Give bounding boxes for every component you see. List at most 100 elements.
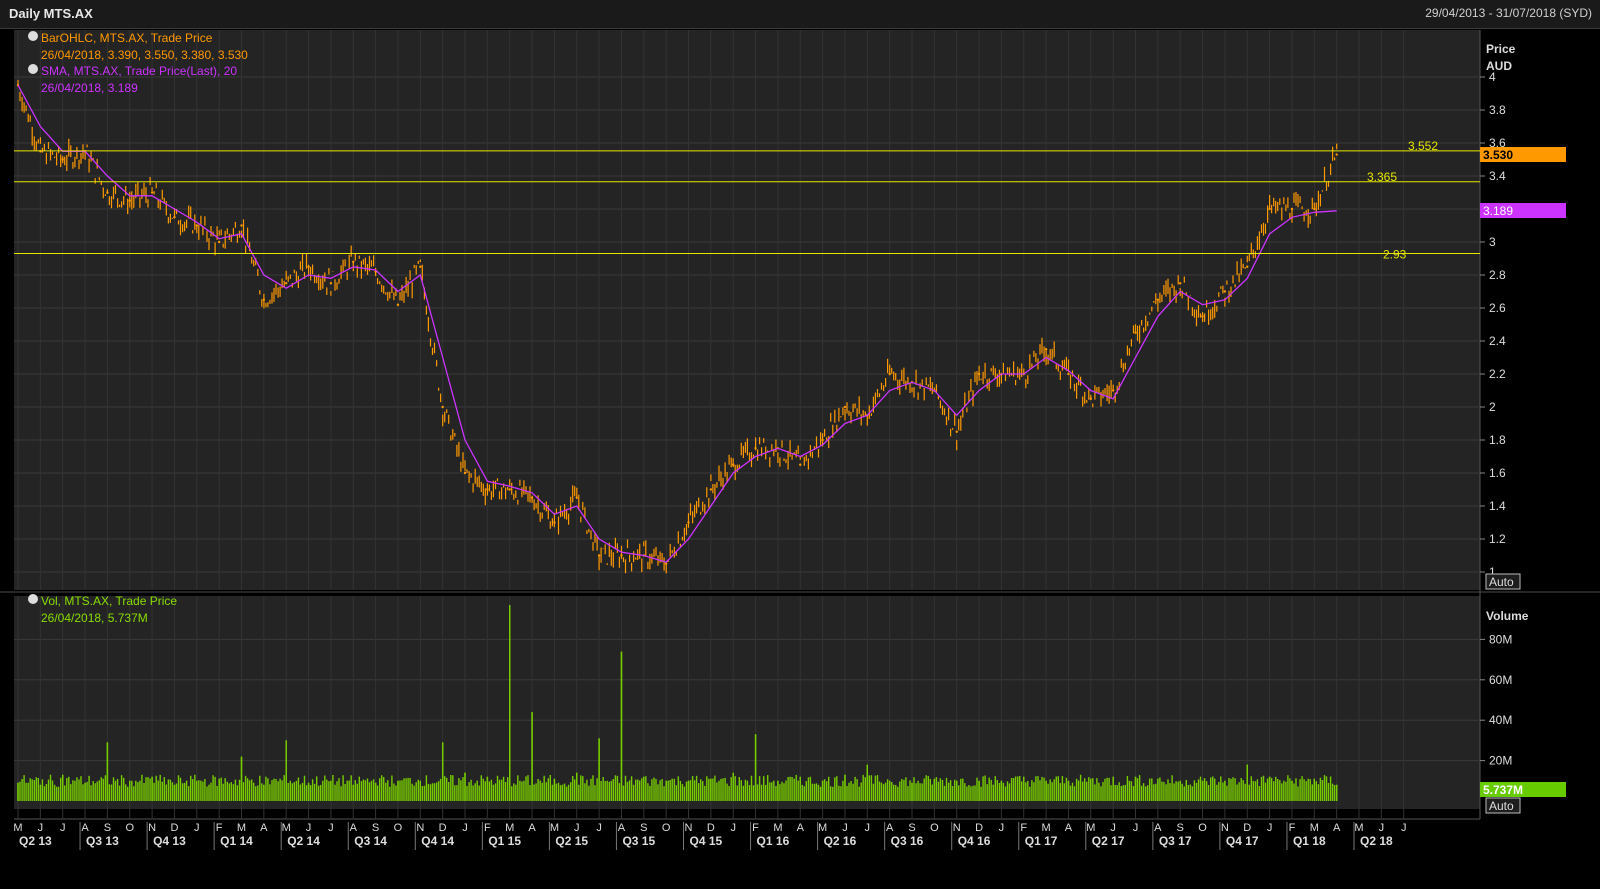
volume-bar [866,764,868,801]
volume-bar [710,778,712,801]
month-label: J [842,822,848,834]
hline-label: 3.365 [1367,170,1397,184]
quarter-label: Q2 17 [1092,834,1125,848]
volume-bar [464,772,466,801]
month-label: A [528,822,536,834]
price-tick-label: 3.8 [1489,103,1506,117]
volume-plot-area [14,596,1480,809]
price-point [1335,153,1338,156]
month-label: S [640,822,647,834]
month-label: J [730,822,736,834]
quarter-label: Q4 16 [958,834,991,848]
price-point [508,488,511,491]
quarter-label: Q4 14 [421,834,454,848]
price-tick-label: 2.6 [1489,301,1506,315]
quarter-label: Q3 15 [622,834,655,848]
month-label: M [282,822,291,834]
price-point [1246,265,1249,268]
quarter-label: Q4 15 [690,834,723,848]
volume-tick-label: 60M [1489,673,1512,687]
volume-bar [151,776,153,801]
volume-bar [576,772,578,801]
price-tick-label: 3 [1489,235,1496,249]
price-volume-chart[interactable]: 3.5523.3652.93 11.21.41.61.822.22.42.62.… [0,0,1600,889]
month-label: J [999,822,1005,834]
month-label: N [953,822,961,834]
price-point [240,224,243,227]
volume-bar [263,784,265,801]
month-label: N [685,822,693,834]
month-label: O [1198,822,1207,834]
volume-legend-value: 26/04/2018, 5.737M [41,611,148,625]
month-label: F [1020,822,1027,834]
volume-bar [1067,780,1070,801]
price-point [441,405,444,409]
quarter-label: Q3 16 [891,834,924,848]
volume-bar [509,605,511,801]
volume-bar [39,784,42,801]
month-label: S [1177,822,1184,834]
price-point [1156,298,1160,301]
price-point [977,372,981,376]
price-tick-label: 1.2 [1489,532,1506,546]
month-label: D [439,822,447,834]
price-point [352,260,355,263]
month-label: J [38,822,44,834]
volume-bar [1291,780,1293,801]
volume-auto-button[interactable]: Auto [1485,797,1521,814]
legend-toggle-icon[interactable] [28,594,38,604]
month-label: A [350,822,358,834]
volume-bar [196,780,198,801]
price-point [1134,331,1137,334]
month-label: N [148,822,156,834]
price-point [329,282,333,285]
volume-bar [419,780,421,801]
price-point [463,471,467,475]
volume-bar [1201,780,1204,801]
month-label: J [328,822,334,834]
price-tick-label: 1.4 [1489,499,1506,513]
price-point [1201,315,1204,318]
month-label: D [1243,822,1251,834]
month-label: M [1086,822,1095,834]
price-point [1067,372,1070,376]
quarter-label: Q1 18 [1293,834,1326,848]
volume-bar [330,780,332,801]
volume-bar [307,782,310,801]
month-label: D [170,822,178,834]
volume-bar [777,780,779,801]
price-point [419,265,422,268]
legend-toggle-icon[interactable] [28,31,38,41]
volume-bar [240,756,243,801]
last-volume-tag: 5.737M [1480,782,1566,797]
legend-toggle-icon[interactable] [28,64,38,74]
volume-bar [1023,776,1025,801]
month-label: O [125,822,134,834]
month-label: J [306,822,312,834]
quarter-label: Q2 13 [19,834,52,848]
price-point [530,496,534,499]
last-price-tag: 3.530 [1480,147,1566,162]
price-point [217,240,221,244]
price-auto-label: Auto [1489,575,1514,589]
volume-bar [1112,776,1114,801]
volume-bar [598,738,600,801]
month-label: J [1401,822,1407,834]
volume-bar [486,776,489,801]
month-label: J [194,822,200,834]
price-auto-button[interactable]: Auto [1485,573,1521,590]
month-label: S [372,822,379,834]
volume-bar [732,772,734,801]
month-label: F [216,822,223,834]
price-point [396,303,400,306]
month-label: M [237,822,246,834]
price-point [1313,207,1316,211]
price-tick-label: 2.2 [1489,367,1506,381]
price-point [754,447,757,450]
price-tick-label: 3.4 [1489,169,1506,183]
month-label: A [1065,822,1073,834]
volume-bar [397,780,399,801]
month-label: O [930,822,939,834]
volume-bar [1224,780,1226,801]
quarter-label: Q1 15 [488,834,521,848]
